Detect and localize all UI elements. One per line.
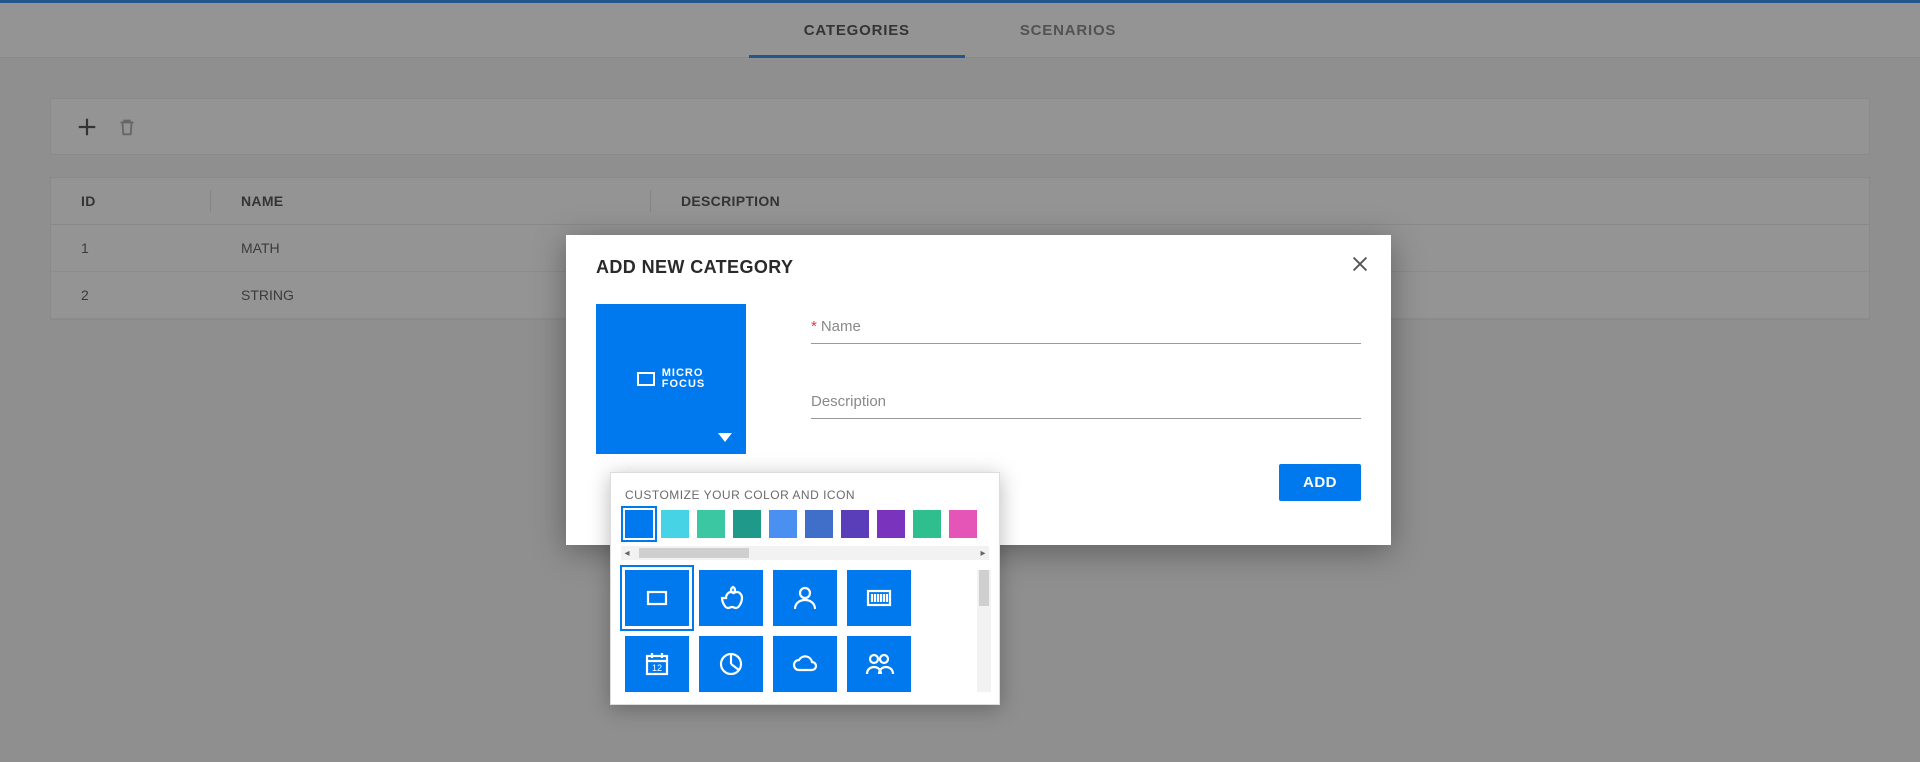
- color-swatch[interactable]: [805, 510, 833, 538]
- scroll-left-icon[interactable]: ◂: [621, 548, 633, 559]
- color-swatch[interactable]: [697, 510, 725, 538]
- microfocus-icon: [641, 582, 673, 614]
- icon-option-calendar[interactable]: 12: [625, 636, 689, 692]
- scroll-thumb[interactable]: [639, 548, 749, 558]
- person-icon: [789, 582, 821, 614]
- icon-option-microfocus[interactable]: [625, 570, 689, 626]
- icon-option-pie[interactable]: [699, 636, 763, 692]
- icon-option-person[interactable]: [773, 570, 837, 626]
- popover-title: CUSTOMIZE YOUR COLOR AND ICON: [611, 485, 999, 510]
- barcode-icon: [863, 582, 895, 614]
- cloud-icon: [789, 648, 821, 680]
- color-swatch[interactable]: [733, 510, 761, 538]
- color-swatch[interactable]: [913, 510, 941, 538]
- color-swatch[interactable]: [949, 510, 977, 538]
- color-swatch[interactable]: [841, 510, 869, 538]
- icon-option-cloud[interactable]: [773, 636, 837, 692]
- microfocus-icon: MICRO FOCUS: [637, 368, 706, 390]
- apple-icon: [715, 582, 747, 614]
- add-button[interactable]: ADD: [1279, 464, 1361, 501]
- color-scrollbar[interactable]: ◂ ▸: [621, 546, 989, 560]
- logo-line2: FOCUS: [662, 378, 706, 390]
- color-swatch[interactable]: [625, 510, 653, 538]
- color-swatches: [611, 510, 999, 544]
- svg-text:12: 12: [652, 663, 662, 673]
- scroll-right-icon[interactable]: ▸: [977, 548, 989, 559]
- customize-popover: CUSTOMIZE YOUR COLOR AND ICON ◂ ▸: [610, 472, 1000, 705]
- calendar-icon: 12: [641, 648, 673, 680]
- icon-option-apple[interactable]: [699, 570, 763, 626]
- icon-option-barcode[interactable]: [847, 570, 911, 626]
- color-swatch[interactable]: [769, 510, 797, 538]
- name-input[interactable]: [811, 314, 1361, 344]
- icon-grid: 12: [625, 570, 911, 692]
- name-field-wrapper: *Name: [811, 314, 1361, 344]
- pie-icon: [715, 648, 747, 680]
- close-icon[interactable]: [1349, 253, 1371, 275]
- color-swatch[interactable]: [877, 510, 905, 538]
- chevron-down-icon: [718, 433, 732, 442]
- description-input[interactable]: [811, 389, 1361, 419]
- icon-scrollbar[interactable]: [977, 570, 991, 692]
- icon-option-people[interactable]: [847, 636, 911, 692]
- scroll-thumb[interactable]: [979, 570, 989, 606]
- people-icon: [863, 648, 895, 680]
- category-preview-tile[interactable]: MICRO FOCUS: [596, 304, 746, 454]
- color-swatch[interactable]: [661, 510, 689, 538]
- dialog-title: ADD NEW CATEGORY: [596, 257, 1361, 278]
- description-field-wrapper: Description: [811, 389, 1361, 419]
